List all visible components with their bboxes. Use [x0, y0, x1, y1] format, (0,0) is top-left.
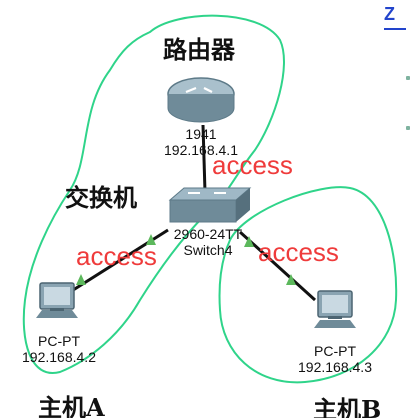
access-label-router-switch: access: [212, 150, 293, 180]
switch-model: 2960-24TT: [173, 226, 243, 242]
pc-b-icon: [314, 290, 356, 328]
pc-b-ip: 192.168.4.3: [298, 359, 372, 375]
pc-a-ip: 192.168.4.2: [22, 349, 96, 365]
pc-a-type: PC-PT: [38, 333, 80, 349]
edge-link-mark[interactable]: Z: [384, 4, 406, 30]
edge-dot: [406, 126, 410, 130]
switch-name: Switch4: [183, 242, 233, 258]
pc-b-type: PC-PT: [314, 343, 356, 359]
pc-a-icon: [36, 282, 78, 318]
access-label-switch-pc-a: access: [76, 241, 157, 271]
router-group-label: 路由器: [163, 35, 235, 64]
switch-group-label: 交换机: [65, 183, 137, 212]
pc-a-node[interactable]: PC-PT 192.168.4.2: [10, 333, 108, 365]
router-model: 1941: [185, 126, 217, 142]
router-icon: [167, 77, 235, 123]
access-label-switch-pc-b: access: [258, 237, 339, 267]
pc-b-node[interactable]: PC-PT 192.168.4.3: [286, 343, 384, 375]
switch-node[interactable]: 2960-24TT Switch4: [160, 226, 256, 258]
switch-icon: [168, 187, 252, 223]
topology-canvas: 路由器 交换机 主机A 主机B 1941 192.168.4.1 2960-24…: [0, 0, 410, 418]
host-b-group-label: 主机B: [313, 395, 382, 418]
host-a-group-label: 主机A: [38, 393, 105, 418]
edge-dot: [406, 76, 410, 80]
port-indicator-pc-a: [76, 274, 86, 285]
